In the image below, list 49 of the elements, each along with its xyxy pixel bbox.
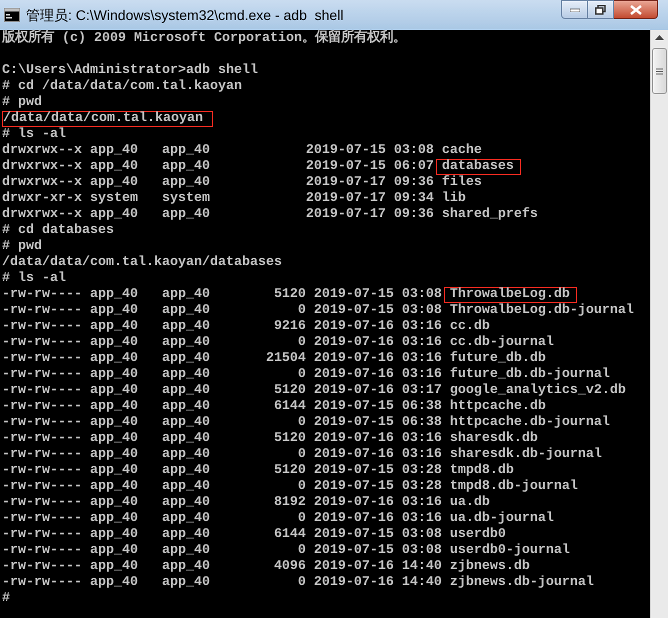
restore-button[interactable] <box>588 0 614 19</box>
terminal-line: -rw-rw---- app_40 app_40 0 2019-07-16 03:16 cc.db-journal <box>2 335 554 351</box>
highlighted-text: databases <box>436 159 521 175</box>
scrollbar[interactable] <box>650 30 668 618</box>
minimize-icon <box>570 8 580 12</box>
terminal-line: -rw-rw---- app_40 app_40 21504 2019-07-16 03:16 future_db.db <box>2 351 546 367</box>
terminal-line: # <box>2 591 10 607</box>
terminal-line: # ls -al <box>2 271 66 287</box>
terminal-line: C:\Users\Administrator>adb shell <box>2 63 258 79</box>
terminal-line: /data/data/com.tal.kaoyan/databases <box>2 255 282 271</box>
terminal-line: -rw-rw---- app_40 app_40 6144 2019-07-15 06:38 httpcache.db <box>2 399 546 415</box>
close-button[interactable] <box>614 0 658 19</box>
terminal-line: -rw-rw---- app_40 app_40 6144 2019-07-15 03:08 userdb0 <box>2 527 506 543</box>
terminal-line: # cd databases <box>2 223 114 239</box>
terminal-line: -rw-rw---- app_40 app_40 5120 2019-07-16 03:16 sharesdk.db <box>2 431 538 447</box>
window-title: 管理员: C:\Windows\system32\cmd.exe - adb shell <box>26 6 344 25</box>
terminal-line: -rw-rw---- app_40 app_40 0 2019-07-15 03:28 tmpd8.db-journal <box>2 479 578 495</box>
terminal-line: -rw-rw---- app_40 app_40 0 2019-07-16 03:16 ua.db-journal <box>2 511 554 527</box>
terminal-line: -rw-rw---- app_40 app_40 0 2019-07-15 03:08 userdb0-journal <box>2 543 570 559</box>
minimize-button[interactable] <box>561 0 588 19</box>
terminal-line: drwxrwx--x app_40 app_40 2019-07-15 03:08 cache <box>2 143 482 159</box>
terminal-text: -rw-rw---- app_40 app_40 5120 2019-07-15 03:08 <box>2 287 443 303</box>
highlighted-text: ThrowalbeLog.db <box>444 287 577 303</box>
close-icon <box>630 4 642 14</box>
terminal-text: drwxrwx--x app_40 app_40 2019-07-15 06:07 <box>2 159 435 175</box>
terminal-line: # pwd <box>2 95 42 111</box>
scrollbar-thumb[interactable] <box>652 48 667 94</box>
terminal-line: # ls -al <box>2 127 66 143</box>
restore-icon <box>595 4 606 14</box>
highlighted-text: /data/data/com.tal.kaoyan <box>2 111 213 127</box>
terminal-line: -rw-rw---- app_40 app_40 0 2019-07-16 14:40 zjbnews.db-journal <box>2 575 594 591</box>
terminal-line: drwxrwx--x app_40 app_40 2019-07-17 09:36 files <box>2 175 482 191</box>
terminal-line: # cd /data/data/com.tal.kaoyan <box>2 79 242 95</box>
terminal-line: -rw-rw---- app_40 app_40 0 2019-07-15 03:08 ThrowalbeLog.db-journal <box>2 303 634 319</box>
terminal-line: -rw-rw---- app_40 app_40 0 2019-07-16 03:16 future_db.db-journal <box>2 367 610 383</box>
terminal-line: # pwd <box>2 239 42 255</box>
terminal-line: -rw-rw---- app_40 app_40 5120 2019-07-16 03:17 google_analytics_v2.db <box>2 383 626 399</box>
terminal-line: -rw-rw---- app_40 app_40 8192 2019-07-16 03:16 ua.db <box>2 495 490 511</box>
terminal-line: -rw-rw---- app_40 app_40 4096 2019-07-16 14:40 zjbnews.db <box>2 559 530 575</box>
terminal-line: 版权所有 (c) 2009 Microsoft Corporation。保留所有权利。 <box>2 31 406 47</box>
terminal-line: -rw-rw---- app_40 app_40 9216 2019-07-16 03:16 cc.db <box>2 319 490 335</box>
terminal-line: drwxr-xr-x system system 2019-07-17 09:34 lib <box>2 191 466 207</box>
terminal-line: -rw-rw---- app_40 app_40 0 2019-07-15 06:38 httpcache.db-journal <box>2 415 610 431</box>
console-icon <box>4 8 20 22</box>
terminal-line: drwxrwx--x app_40 app_40 2019-07-17 09:36 shared_prefs <box>2 207 538 223</box>
terminal-line: -rw-rw---- app_40 app_40 0 2019-07-16 03:16 sharesdk.db-journal <box>2 447 602 463</box>
scroll-up-icon[interactable] <box>655 34 664 40</box>
terminal-line: -rw-rw---- app_40 app_40 5120 2019-07-15 03:28 tmpd8.db <box>2 463 514 479</box>
grip-icon <box>656 68 663 74</box>
